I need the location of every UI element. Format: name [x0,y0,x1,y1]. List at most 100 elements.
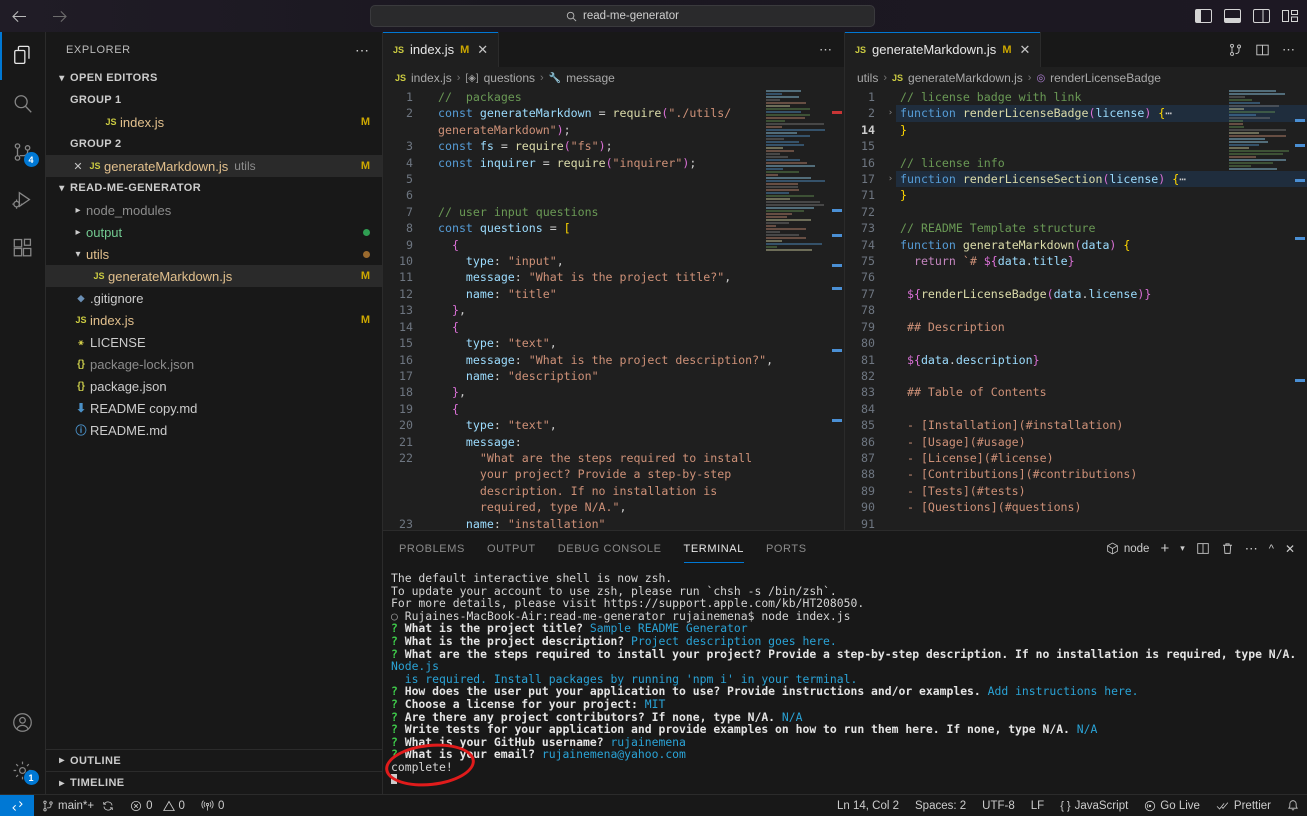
activity-item-explorer[interactable] [0,32,46,80]
fold-indicator[interactable] [423,401,434,417]
command-center-search[interactable]: read-me-generator [370,5,875,27]
split-terminal-icon[interactable] [1196,542,1210,555]
fold-indicator[interactable] [885,483,896,499]
arrow-left-icon[interactable] [8,5,30,27]
terminal-output[interactable]: The default interactive shell is now zsh… [383,566,1307,794]
scrollbar-left[interactable] [830,89,844,530]
status-indentation[interactable]: Spaces: 2 [907,795,974,816]
fold-indicator[interactable] [423,269,434,285]
fold-indicator[interactable] [423,335,434,351]
fold-indicator[interactable] [423,122,434,138]
breadcrumb-symbol-1[interactable]: renderLicenseBadge [1050,71,1161,85]
tree-item-utils[interactable]: ▾ utils [46,243,382,265]
minimap-right[interactable] [1229,89,1293,530]
fold-indicator[interactable] [423,319,434,335]
breadcrumb-file[interactable]: index.js [411,71,452,85]
fold-indicator[interactable] [423,155,434,171]
fold-indicator[interactable] [885,450,896,466]
fold-indicator[interactable] [423,237,434,253]
fold-indicator[interactable] [423,253,434,269]
breadcrumb-symbol-2[interactable]: message [566,71,615,85]
tree-item-generatemarkdown-js[interactable]: JS generateMarkdown.js M [46,265,382,287]
tree-item-readme-copy-md[interactable]: ⬇ README copy.md [46,397,382,419]
arrow-right-icon[interactable] [48,5,70,27]
toggle-secondary-sidebar-icon[interactable] [1253,9,1270,23]
tree-item-gitignore[interactable]: ◆ .gitignore [46,287,382,309]
activity-item-source-control[interactable]: 4 [0,128,46,176]
fold-indicator[interactable] [885,319,896,335]
status-prettier[interactable]: Prettier [1208,795,1279,816]
fold-indicator[interactable] [423,450,434,466]
breadcrumb-symbol-1[interactable]: questions [484,71,535,85]
tree-item-output[interactable]: ▸ output [46,221,382,243]
fold-indicator[interactable]: › [885,105,896,121]
ellipsis-icon[interactable]: ⋯ [1245,542,1258,555]
status-cursor-position[interactable]: Ln 14, Col 2 [829,795,907,816]
fold-indicator[interactable] [885,187,896,203]
section-open-editors[interactable]: ▾ OPEN EDITORS [46,67,382,89]
fold-indicator[interactable] [423,499,434,515]
fold-indicator[interactable] [423,516,434,530]
activity-item-accounts[interactable] [0,698,46,746]
fold-indicator[interactable] [885,499,896,515]
section-project-root[interactable]: ▾ READ-ME-GENERATOR [46,177,382,199]
tree-item-readme-md[interactable]: ⓘ README.md [46,419,382,441]
activity-item-run-and-debug[interactable] [0,176,46,224]
fold-indicator[interactable] [423,89,434,105]
fold-indicator[interactable] [885,384,896,400]
customize-layout-icon[interactable] [1282,9,1299,23]
fold-indicator[interactable] [423,417,434,433]
section-outline[interactable]: ▸ OUTLINE [46,750,382,772]
panel-tab-debug-console[interactable]: DEBUG CONSOLE [558,535,662,563]
fold-indicator[interactable] [885,138,896,154]
fold-indicator[interactable] [423,220,434,236]
scrollbar-right[interactable] [1293,89,1307,530]
fold-indicator[interactable] [885,335,896,351]
fold-indicator[interactable] [423,286,434,302]
fold-indicator[interactable] [423,187,434,203]
fold-indicator[interactable] [423,352,434,368]
split-changes-icon[interactable] [1228,43,1243,57]
fold-indicator[interactable] [885,155,896,171]
open-editor-generatemarkdown-js[interactable]: ✕ JS generateMarkdown.js utils M [46,155,382,177]
fold-indicator[interactable] [885,253,896,269]
tree-item-package-json[interactable]: {} package.json [46,375,382,397]
status-encoding[interactable]: UTF-8 [974,795,1023,816]
tab-generatemarkdown-js[interactable]: JS generateMarkdown.js M ✕ [845,32,1042,67]
fold-indicator[interactable] [885,401,896,417]
close-icon[interactable]: ✕ [1019,42,1030,58]
fold-indicator[interactable] [885,122,896,138]
maximize-panel-icon[interactable]: ^ [1269,543,1274,555]
tree-item-node-modules[interactable]: ▸ node_modules [46,199,382,221]
fold-indicator[interactable] [885,417,896,433]
activity-item-manage-settings[interactable]: 1 [0,746,46,794]
panel-tab-terminal[interactable]: TERMINAL [683,535,745,563]
activity-item-search[interactable] [0,80,46,128]
close-icon[interactable]: ✕ [477,42,488,58]
tab-index-js[interactable]: JS index.js M ✕ [383,32,500,67]
fold-indicator[interactable] [423,204,434,220]
open-editor-index-js[interactable]: JS index.js M [46,111,382,133]
minimap-left[interactable] [766,89,830,530]
section-timeline[interactable]: ▸ TIMELINE [46,772,382,794]
sync-icon[interactable] [102,800,114,812]
ellipsis-icon[interactable]: ⋯ [355,43,370,57]
fold-indicator[interactable] [423,368,434,384]
fold-indicator[interactable] [885,466,896,482]
split-editor-icon[interactable] [1255,43,1270,57]
terminal-shell-selector[interactable]: node [1106,542,1149,555]
fold-indicator[interactable] [885,220,896,236]
fold-indicator[interactable] [885,89,896,105]
fold-indicator[interactable] [423,483,434,499]
fold-indicator[interactable] [885,302,896,318]
fold-indicator[interactable] [885,368,896,384]
status-language-mode[interactable]: { } JavaScript [1052,795,1136,816]
fold-indicator[interactable] [885,286,896,302]
close-panel-icon[interactable]: ✕ [1285,542,1295,556]
status-go-live[interactable]: Go Live [1136,795,1208,816]
close-icon[interactable]: ✕ [70,160,86,173]
fold-indicator[interactable] [423,434,434,450]
fold-indicator[interactable] [423,466,434,482]
fold-indicator[interactable] [423,171,434,187]
status-ports[interactable]: 0 [193,795,232,816]
